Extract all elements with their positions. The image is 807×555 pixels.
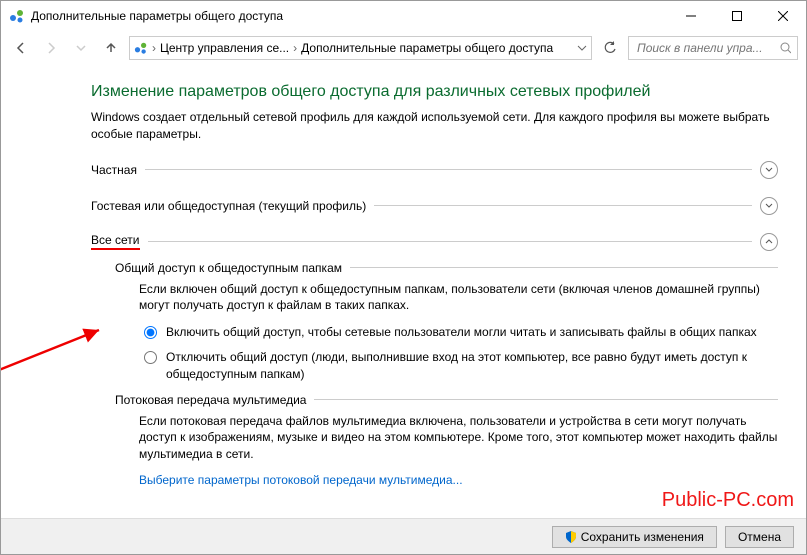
section-all-networks: Все сети Общий доступ к общедоступным па… [91, 229, 778, 487]
breadcrumb-separator: › [293, 41, 297, 55]
section-header-guest[interactable]: Гостевая или общедоступная (текущий проф… [91, 193, 778, 219]
chevron-down-icon [765, 166, 773, 174]
section-label: Все сети [91, 233, 140, 250]
divider [350, 267, 778, 268]
forward-button[interactable] [39, 36, 63, 60]
group-header-public-folder: Общий доступ к общедоступным папкам [115, 261, 778, 275]
chevron-down-icon[interactable] [577, 43, 587, 53]
page-heading: Изменение параметров общего доступа для … [91, 83, 778, 101]
group-label: Потоковая передача мультимедиа [115, 393, 306, 407]
button-label: Отмена [738, 530, 781, 544]
divider [374, 205, 752, 206]
radio-label: Отключить общий доступ (люди, выполнивши… [166, 349, 778, 383]
save-button[interactable]: Сохранить изменения [552, 526, 717, 548]
cancel-button[interactable]: Отмена [725, 526, 794, 548]
maximize-button[interactable] [714, 1, 760, 31]
up-button[interactable] [99, 36, 123, 60]
group-label: Общий доступ к общедоступным папкам [115, 261, 342, 275]
radio-label: Включить общий доступ, чтобы сетевые пол… [166, 324, 757, 341]
divider [145, 169, 752, 170]
subsection-media-streaming: Потоковая передача мультимедиа Если пото… [115, 393, 778, 487]
maximize-icon [732, 11, 742, 21]
subsection-public-folder: Общий доступ к общедоступным папкам Если… [115, 261, 778, 383]
back-button[interactable] [9, 36, 33, 60]
chevron-down-icon [765, 202, 773, 210]
refresh-icon [603, 41, 617, 55]
section-header-all[interactable]: Все сети [91, 229, 778, 255]
content-area: Изменение параметров общего доступа для … [1, 67, 806, 518]
group-header-media: Потоковая передача мультимедиа [115, 393, 778, 407]
app-icon [9, 8, 25, 24]
arrow-left-icon [14, 41, 28, 55]
recent-dropdown[interactable] [69, 36, 93, 60]
section-guest: Гостевая или общедоступная (текущий проф… [91, 193, 778, 219]
section-header-private[interactable]: Частная [91, 157, 778, 183]
window-title: Дополнительные параметры общего доступа [31, 9, 668, 23]
section-label: Гостевая или общедоступная (текущий проф… [91, 199, 366, 213]
breadcrumb-item-1[interactable]: Центр управления се... [160, 41, 289, 55]
section-private: Частная [91, 157, 778, 183]
search-box[interactable] [628, 36, 798, 60]
media-options-link[interactable]: Выберите параметры потоковой передачи му… [139, 473, 778, 487]
arrow-up-icon [104, 41, 118, 55]
page-description: Windows создает отдельный сетевой профил… [91, 109, 778, 143]
search-input[interactable] [635, 40, 780, 56]
radio-group-public-folder: Включить общий доступ, чтобы сетевые пол… [139, 324, 778, 382]
breadcrumb-item-2[interactable]: Дополнительные параметры общего доступа [301, 41, 553, 55]
window-controls [668, 1, 806, 31]
expand-button[interactable] [760, 197, 778, 215]
annotation-arrow [1, 320, 119, 390]
radio-input[interactable] [144, 326, 157, 339]
close-button[interactable] [760, 1, 806, 31]
divider [314, 399, 778, 400]
minimize-button[interactable] [668, 1, 714, 31]
close-icon [778, 11, 788, 21]
refresh-button[interactable] [598, 36, 622, 60]
search-icon [780, 42, 791, 54]
group-description: Если потоковая передача файлов мультимед… [139, 413, 778, 463]
minimize-icon [686, 11, 696, 21]
radio-disable-sharing[interactable]: Отключить общий доступ (люди, выполнивши… [139, 349, 778, 383]
collapse-button[interactable] [760, 233, 778, 251]
breadcrumb-separator: › [152, 41, 156, 55]
radio-input[interactable] [144, 351, 157, 364]
chevron-up-icon [765, 238, 773, 246]
titlebar: Дополнительные параметры общего доступа [1, 1, 806, 31]
footer: Сохранить изменения Отмена [1, 518, 806, 554]
navbar: › Центр управления се... › Дополнительны… [1, 31, 806, 65]
location-icon [134, 41, 148, 55]
button-label: Сохранить изменения [581, 530, 704, 544]
shield-icon [565, 531, 577, 543]
section-label: Частная [91, 163, 137, 177]
expand-button[interactable] [760, 161, 778, 179]
radio-enable-sharing[interactable]: Включить общий доступ, чтобы сетевые пол… [139, 324, 778, 341]
address-bar[interactable]: › Центр управления се... › Дополнительны… [129, 36, 592, 60]
chevron-down-icon [76, 43, 86, 53]
group-description: Если включен общий доступ к общедоступны… [139, 281, 778, 315]
watermark: Public-PC.com [662, 489, 794, 512]
arrow-right-icon [44, 41, 58, 55]
divider [148, 241, 753, 242]
